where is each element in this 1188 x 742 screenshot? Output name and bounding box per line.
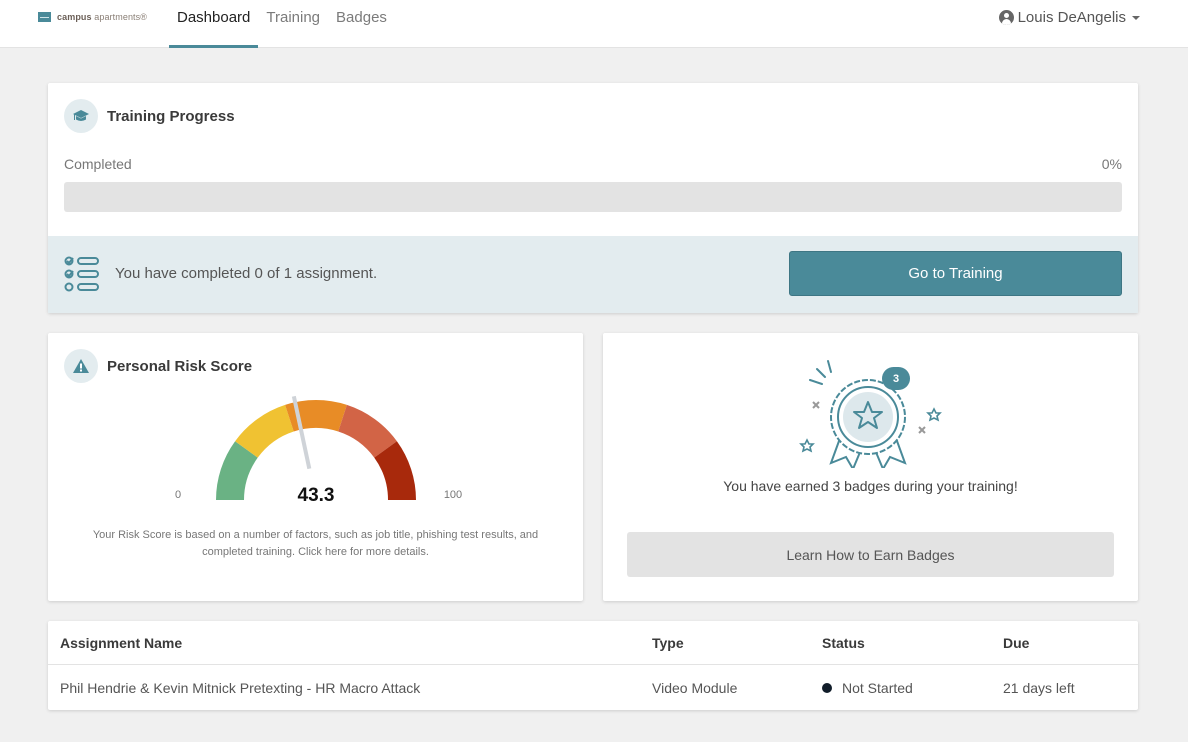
- logo-mark-icon: [38, 12, 51, 22]
- badges-card: 3 You have earned 3 badges during your t…: [603, 333, 1138, 601]
- risk-gauge: 0 100 43.3: [175, 395, 462, 506]
- checklist-icon: [64, 256, 99, 292]
- assignments-table: Assignment Name Type Status Due Phil Hen…: [48, 621, 1138, 710]
- status-dot-icon: [822, 683, 832, 693]
- column-header-type[interactable]: Type: [652, 635, 684, 651]
- column-header-status[interactable]: Status: [822, 635, 865, 651]
- badge-count-bubble: 3: [882, 367, 910, 390]
- gauge-value: 43.3: [298, 485, 335, 506]
- top-navbar: campus apartments® Dashboard Training Ba…: [0, 0, 1188, 48]
- card-header: Training Progress: [64, 99, 235, 133]
- assignment-name[interactable]: Phil Hendrie & Kevin Mitnick Pretexting …: [60, 680, 420, 696]
- gauge-min-label: 0: [175, 489, 181, 501]
- risk-score-card: Personal Risk Score 0 100 43.3 Your Risk…: [48, 333, 583, 601]
- status-label: Not Started: [842, 680, 913, 696]
- table-row[interactable]: Phil Hendrie & Kevin Mitnick Pretexting …: [48, 666, 1138, 710]
- assignment-type: Video Module: [652, 680, 738, 696]
- logo[interactable]: campus apartments®: [38, 12, 147, 22]
- user-circle-icon: [998, 10, 1014, 25]
- column-header-name[interactable]: Assignment Name: [60, 635, 182, 651]
- gauge-max-label: 100: [444, 489, 462, 501]
- tab-training[interactable]: Training: [258, 0, 328, 48]
- card-title: Training Progress: [107, 107, 235, 125]
- assignment-due: 21 days left: [1003, 680, 1075, 696]
- tab-badges[interactable]: Badges: [328, 0, 395, 48]
- main-nav: Dashboard Training Badges: [169, 0, 395, 48]
- tab-dashboard[interactable]: Dashboard: [169, 0, 259, 48]
- go-to-training-button[interactable]: Go to Training: [789, 251, 1122, 296]
- assignment-summary: You have completed 0 of 1 assignment.: [115, 265, 378, 282]
- caret-down-icon: [1132, 15, 1140, 20]
- user-menu[interactable]: Louis DeAngelis: [998, 9, 1140, 26]
- column-header-due[interactable]: Due: [1003, 635, 1029, 651]
- assignment-status: Not Started: [822, 680, 913, 696]
- training-progress-card: Training Progress Completed 0% You have …: [48, 83, 1138, 313]
- graduation-cap-icon: [64, 99, 98, 133]
- award-ribbon-icon: [799, 360, 942, 468]
- learn-badges-button[interactable]: Learn How to Earn Badges: [627, 532, 1114, 577]
- training-summary-bar: You have completed 0 of 1 assignment. Go…: [48, 236, 1138, 313]
- progress-bar: [64, 182, 1122, 212]
- logo-text: campus apartments®: [57, 12, 147, 22]
- user-name: Louis DeAngelis: [1017, 9, 1126, 26]
- badges-message: You have earned 3 badges during your tra…: [723, 478, 1018, 494]
- table-header: Assignment Name Type Status Due: [48, 621, 1138, 665]
- risk-description-link[interactable]: Your Risk Score is based on a number of …: [68, 527, 563, 561]
- completed-label: Completed: [64, 156, 132, 172]
- completed-percent: 0%: [1101, 156, 1122, 172]
